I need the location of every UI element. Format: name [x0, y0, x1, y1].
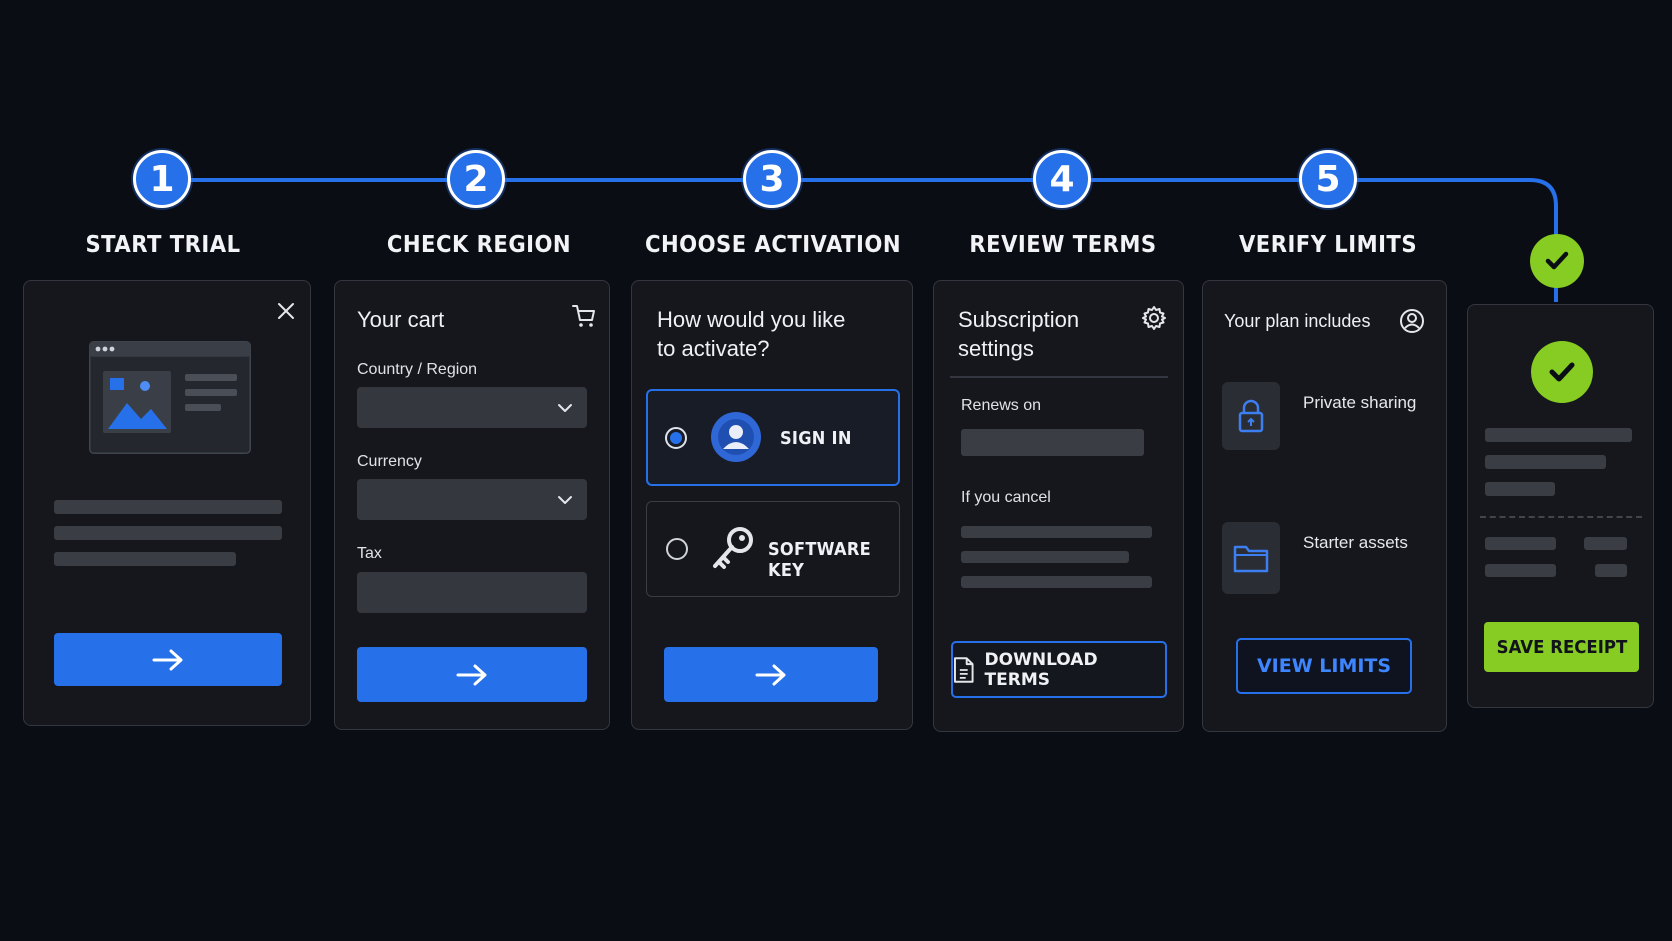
software-key-option[interactable]: SOFTWARE KEY: [646, 501, 900, 597]
sign-in-label: SIGN IN: [780, 428, 852, 449]
save-receipt-label: SAVE RECEIPT: [1496, 636, 1627, 658]
step-1-number: 1: [133, 150, 191, 208]
key-icon: [709, 526, 755, 574]
text-placeholder: [961, 526, 1152, 538]
renewal-date-placeholder: [961, 429, 1144, 456]
step-2-title: CHECK REGION: [386, 232, 572, 258]
save-receipt-button[interactable]: SAVE RECEIPT: [1484, 622, 1639, 672]
dashed-divider: [1480, 516, 1642, 518]
currency-select[interactable]: [357, 479, 587, 520]
currency-label: Currency: [357, 453, 422, 470]
step-4-title: REVIEW TERMS: [969, 232, 1157, 258]
renews-on-label: Renews on: [961, 397, 1042, 414]
step-3-number: 3: [743, 150, 801, 208]
start-trial-card: [23, 280, 311, 726]
divider: [950, 376, 1168, 378]
private-sharing-label: Private sharing: [1303, 393, 1417, 412]
step-4-number: 4: [1033, 150, 1091, 208]
arrow-right-icon: [152, 649, 183, 670]
user-icon: [710, 411, 762, 463]
browser-window-image-icon: [89, 341, 251, 454]
text-placeholder: [1485, 428, 1632, 442]
arrow-right-icon: [456, 664, 487, 685]
check-region-next-button[interactable]: [357, 647, 587, 702]
step-2-number: 2: [447, 150, 505, 208]
starter-assets-label: Starter assets: [1303, 533, 1408, 552]
onboarding-flow: 1 2 3 4 5 START TRIAL CHECK REGION CHOOS…: [0, 0, 1672, 941]
sign-in-option[interactable]: SIGN IN: [646, 389, 900, 486]
lock-icon: [1222, 382, 1280, 450]
cart-title: Your cart: [357, 307, 445, 332]
arrow-right-icon: [755, 664, 786, 685]
receipt-line-value: [1584, 537, 1627, 550]
text-placeholder: [1485, 455, 1606, 469]
text-placeholder: [961, 576, 1152, 588]
view-limits-label: VIEW LIMITS: [1256, 655, 1392, 677]
step-3-title: CHOOSE ACTIVATION: [645, 232, 901, 258]
text-placeholder: [961, 551, 1129, 563]
step-5-title: VERIFY LIMITS: [1238, 232, 1418, 258]
start-trial-next-button[interactable]: [54, 633, 282, 686]
activation-question: How would you like to activate?: [657, 307, 846, 361]
check-circle-icon: [1531, 341, 1593, 403]
radio-unselected[interactable]: [666, 538, 688, 560]
if-you-cancel-label: If you cancel: [961, 489, 1051, 506]
receipt-line-value: [1595, 564, 1627, 577]
subscription-settings-title: Subscription settings: [958, 307, 1080, 361]
receipt-line-label: [1485, 564, 1556, 577]
close-icon[interactable]: [276, 301, 296, 321]
text-placeholder: [54, 500, 282, 514]
step-1-title: START TRIAL: [85, 232, 241, 258]
user-circle-icon[interactable]: [1399, 308, 1425, 334]
download-terms-label: DOWNLOAD TERMS: [984, 649, 1098, 690]
text-placeholder: [54, 526, 282, 540]
review-terms-card: Subscription settings Renews on If you c…: [933, 280, 1184, 732]
receipt-card: SAVE RECEIPT: [1467, 304, 1654, 708]
radio-selected[interactable]: [665, 427, 687, 449]
country-region-select[interactable]: [357, 387, 587, 428]
gear-icon[interactable]: [1141, 305, 1167, 331]
view-limits-button[interactable]: VIEW LIMITS: [1236, 638, 1412, 694]
chevron-down-icon: [558, 403, 572, 412]
choose-activation-card: How would you like to activate? SIGN IN …: [631, 280, 913, 730]
choose-activation-next-button[interactable]: [664, 647, 878, 702]
tax-label: Tax: [357, 545, 382, 562]
track-complete-check-icon: [1530, 234, 1584, 288]
receipt-line-label: [1485, 537, 1556, 550]
shopping-cart-icon[interactable]: [571, 303, 597, 329]
folder-icon: [1222, 522, 1280, 594]
verify-limits-card: Your plan includes Private sharing Start…: [1202, 280, 1447, 732]
country-region-label: Country / Region: [357, 361, 478, 378]
document-icon: [953, 656, 974, 683]
check-region-card: Your cart Country / Region Currency Tax: [334, 280, 610, 730]
tax-field: [357, 572, 587, 613]
text-placeholder: [54, 552, 236, 566]
step-5-number: 5: [1299, 150, 1357, 208]
software-key-label: SOFTWARE KEY: [768, 539, 871, 581]
chevron-down-icon: [558, 495, 572, 504]
text-placeholder: [1485, 482, 1555, 496]
plan-includes-title: Your plan includes: [1224, 311, 1371, 331]
download-terms-button[interactable]: DOWNLOAD TERMS: [951, 641, 1167, 698]
